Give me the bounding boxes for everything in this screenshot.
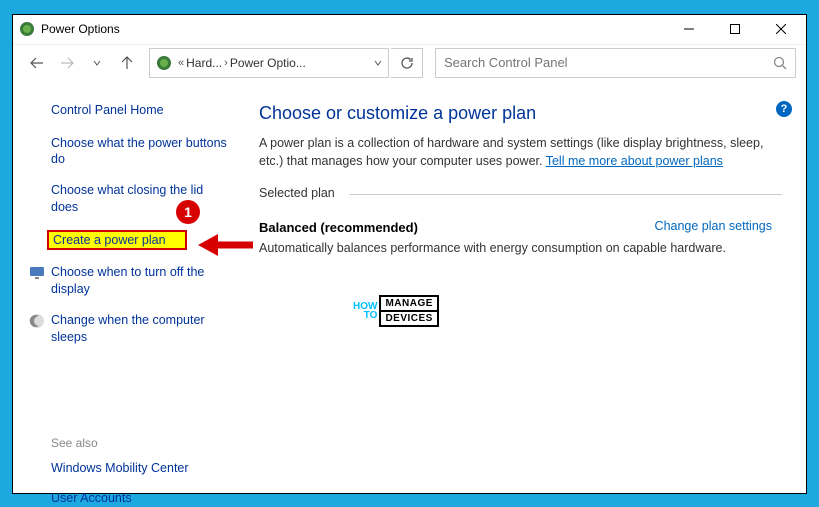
sidebar-link-sleep[interactable]: Change when the computer sleeps [29, 312, 229, 346]
plan-name: Balanced (recommended) [259, 220, 418, 235]
sidebar-link-closing-lid[interactable]: Choose what closing the lid does [51, 182, 229, 216]
monitor-icon [29, 265, 45, 281]
see-also-section: See also Windows Mobility Center User Ac… [51, 436, 229, 507]
sidebar: Control Panel Home Choose what the power… [27, 89, 237, 479]
sidebar-link-turn-off-display[interactable]: Choose when to turn off the display [29, 264, 229, 298]
tell-me-more-link[interactable]: Tell me more about power plans [546, 154, 723, 168]
watermark: HOW TO MANAGE DEVICES [353, 295, 439, 327]
sidebar-link-create-plan-highlighted[interactable]: Create a power plan [47, 230, 187, 250]
sidebar-link-user-accounts[interactable]: User Accounts [51, 490, 229, 507]
window-controls [666, 15, 804, 43]
sidebar-link-mobility-center[interactable]: Windows Mobility Center [51, 460, 229, 477]
toolbar: « Hard... › Power Optio... [13, 45, 806, 81]
address-dropdown[interactable] [374, 54, 382, 72]
annotation-arrow-icon [198, 230, 258, 260]
body: Control Panel Home Choose what the power… [13, 81, 806, 493]
see-also-label: See also [51, 436, 229, 450]
titlebar: Power Options [13, 15, 806, 45]
moon-icon [29, 313, 45, 329]
page-description: A power plan is a collection of hardware… [259, 134, 782, 170]
control-panel-home-link[interactable]: Control Panel Home [51, 103, 229, 117]
plan-row: Balanced (recommended) Change plan setti… [259, 219, 782, 255]
search-icon [773, 56, 787, 70]
search-input[interactable] [444, 55, 773, 70]
breadcrumb-item[interactable]: Power Optio... [230, 56, 306, 70]
chevron-right-icon: › [224, 57, 228, 69]
divider [349, 194, 782, 195]
breadcrumb-item[interactable]: Hard... [186, 56, 222, 70]
power-options-window: Power Options « Hard... › Power Optio...… [12, 14, 807, 494]
back-button[interactable] [23, 49, 51, 77]
sidebar-link-power-buttons[interactable]: Choose what the power buttons do [51, 135, 229, 169]
selected-plan-label: Selected plan [259, 186, 782, 204]
main-content: Choose or customize a power plan A power… [237, 89, 792, 479]
plan-description: Automatically balances performance with … [259, 241, 782, 255]
recent-dropdown[interactable] [83, 49, 111, 77]
page-title: Choose or customize a power plan [259, 103, 782, 124]
search-bar[interactable] [435, 48, 796, 78]
forward-button[interactable] [53, 49, 81, 77]
annotation-badge-1: 1 [176, 200, 200, 224]
up-button[interactable] [113, 49, 141, 77]
minimize-button[interactable] [666, 15, 712, 43]
close-button[interactable] [758, 15, 804, 43]
breadcrumb-sep: « [178, 57, 184, 69]
address-bar[interactable]: « Hard... › Power Optio... [149, 48, 389, 78]
power-icon [156, 55, 172, 71]
power-icon [19, 21, 35, 37]
refresh-button[interactable] [391, 48, 423, 78]
window-title: Power Options [41, 22, 666, 36]
maximize-button[interactable] [712, 15, 758, 43]
change-plan-settings-link[interactable]: Change plan settings [655, 219, 772, 233]
